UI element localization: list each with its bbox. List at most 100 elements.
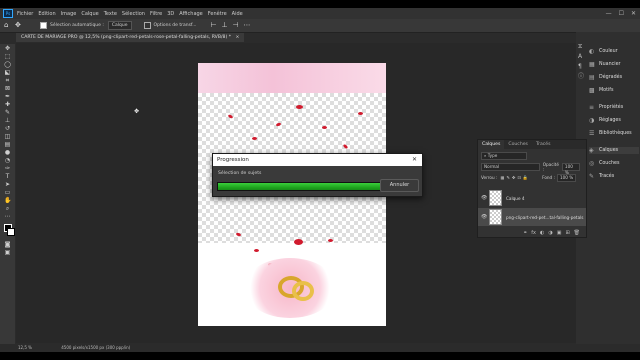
layer-name: png-clipart-red-pet...tal-falling-petals [506,214,584,220]
menu-image[interactable]: Image [61,11,77,17]
document-tab[interactable]: CARTE DE MARIAGE PRO @ 12,5% (png-clipar… [16,33,245,42]
adjustments-icon: ◑ [589,117,595,124]
pink-header-graphic [198,63,386,93]
healing-brush-tool-icon[interactable]: ✚ [4,101,11,108]
paragraph-panel-icon[interactable]: ¶ [578,64,584,70]
tab-calques[interactable]: Calques [478,140,505,149]
panel-traces[interactable]: ✎ Tracés [589,173,639,180]
menu-bar: Ps Fichier Edition Image Calque Texte Sé… [0,8,640,19]
clone-stamp-tool-icon[interactable]: ⊥ [4,117,11,124]
fill-field[interactable]: 100 % [556,173,577,182]
blur-tool-icon[interactable]: ● [4,149,11,156]
photoshop-logo-icon: Ps [3,9,13,18]
menu-texte[interactable]: Texte [104,11,117,17]
panel-calques[interactable]: ◈ Calques [589,147,639,154]
move-tool-icon[interactable]: ✥ [4,45,11,52]
move-tool-icon[interactable]: ✥ [15,22,22,29]
rectangle-tool-icon[interactable]: ▭ [4,189,11,196]
opacity-label: Opacité : [542,161,559,172]
mask-icon[interactable]: ◐ [540,230,544,236]
path-selection-tool-icon[interactable]: ➤ [4,181,11,188]
fx-icon[interactable]: fx [531,230,536,236]
object-selection-tool-icon[interactable]: ⬕ [4,69,11,76]
home-icon[interactable]: ⌂ [4,22,11,29]
menu-edition[interactable]: Edition [38,11,55,17]
visibility-eye-icon[interactable]: 👁 [481,195,489,201]
menu-fichier[interactable]: Fichier [17,11,33,17]
panel-proprietes[interactable]: ≡ Propriétés [589,104,639,111]
menu-selection[interactable]: Sélection [122,11,145,17]
screen-mode-icon[interactable]: ▣ [4,249,11,256]
gradient-tool-icon[interactable]: ▤ [4,141,11,148]
cancel-button[interactable]: Annuler [380,179,419,192]
hand-tool-icon[interactable]: ✋ [4,197,11,204]
more-tools-icon[interactable]: ⋯ [4,213,11,220]
layer-filter-row: ⌕ Type [481,151,583,160]
more-options-icon[interactable]: ⋯ [243,22,250,29]
swatches-icon: ▦ [589,61,595,68]
panel-reglages[interactable]: ◑ Réglages [589,117,639,124]
zoom-tool-icon[interactable]: ⌕ [4,205,11,212]
marquee-tool-icon[interactable]: ⬚ [4,53,11,60]
maximize-button[interactable]: ☐ [619,10,624,17]
crop-tool-icon[interactable]: ⌗ [4,77,11,84]
link-layers-icon[interactable]: ⚭ [523,230,527,236]
eyedropper-tool-icon[interactable]: ✒ [4,93,11,100]
visibility-eye-icon[interactable]: 👁 [481,214,489,220]
lasso-tool-icon[interactable]: ◯ [4,61,11,68]
transform-controls-checkbox[interactable] [143,22,151,29]
layer-row[interactable]: 👁 png-clipart-red-pet...tal-falling-peta… [478,208,586,226]
panel-degrades[interactable]: ▤ Dégradés [589,74,639,81]
wedding-rings-graphic [292,281,314,301]
close-tab-icon[interactable]: × [235,35,239,40]
menu-affichage[interactable]: Affichage [179,11,203,17]
blend-mode-dropdown[interactable]: Normal [481,162,540,171]
brush-tool-icon[interactable]: ✎ [4,109,11,116]
minimize-button[interactable]: — [606,10,612,17]
foreground-background-colors-icon[interactable] [4,224,15,236]
panel-nuancier[interactable]: ▦ Nuancier [589,61,639,68]
tab-traces[interactable]: Tracés [532,140,555,149]
menu-3d[interactable]: 3D [167,11,174,17]
panel-bibliotheques[interactable]: ☰ Bibliothèques [589,130,639,137]
auto-select-checkbox[interactable] [40,22,47,29]
auto-select-dropdown[interactable]: Calque [107,21,132,30]
type-tool-icon[interactable]: T [4,173,11,180]
layer-row[interactable]: 👁 Calque 4 [478,189,586,207]
info-panel-icon[interactable]: ⓘ [578,74,584,80]
lock-icons[interactable]: ▦✎✥⊡🔒 [500,175,530,181]
dodge-tool-icon[interactable]: ◔ [4,157,11,164]
tab-couches[interactable]: Couches [504,140,532,149]
panel-couleur[interactable]: ◐ Couleur [589,48,639,55]
frame-tool-icon[interactable]: ⊠ [4,85,11,92]
close-window-button[interactable]: ✕ [631,10,636,17]
document-info: 4500 pixels/x1500 px (300 ppp/in) [61,345,131,350]
quick-mask-icon[interactable]: ◙ [4,241,11,248]
collapsed-panel-icons: ⧖ A ¶ ⓘ [578,44,586,84]
character-panel-icon[interactable]: A [578,54,584,60]
align-center-icon[interactable]: ⊥ [221,22,228,29]
zoom-level[interactable]: 12,5 % [18,345,32,350]
menu-fenetre[interactable]: Fenêtre [208,11,227,17]
trash-icon[interactable]: 🗑 [574,230,580,236]
align-right-icon[interactable]: ⊣ [232,22,239,29]
history-brush-tool-icon[interactable]: ↺ [4,125,11,132]
menu-calque[interactable]: Calque [81,11,98,17]
close-icon[interactable]: ✕ [412,154,417,166]
adjustment-layer-icon[interactable]: ◑ [548,230,552,236]
align-left-icon[interactable]: ⊢ [210,22,217,29]
group-icon[interactable]: ▣ [557,230,562,236]
menu-aide[interactable]: Aide [232,11,243,17]
panel-motifs[interactable]: ▩ Motifs [589,87,639,94]
opacity-field[interactable]: 100 % [561,162,580,175]
layer-filter-dropdown[interactable]: ⌕ Type [481,151,527,160]
new-layer-icon[interactable]: ⊞ [565,230,569,236]
history-panel-icon[interactable]: ⧖ [578,44,584,50]
panel-couches[interactable]: ◎ Couches [589,160,639,167]
rose-petal [328,239,333,242]
status-bar: 12,5 % 4500 pixels/x1500 px (300 ppp/in) [0,344,640,352]
pen-tool-icon[interactable]: ✑ [4,165,11,172]
menu-filtre[interactable]: Filtre [150,11,162,17]
channels-icon: ◎ [589,160,595,167]
eraser-tool-icon[interactable]: ◫ [4,133,11,140]
